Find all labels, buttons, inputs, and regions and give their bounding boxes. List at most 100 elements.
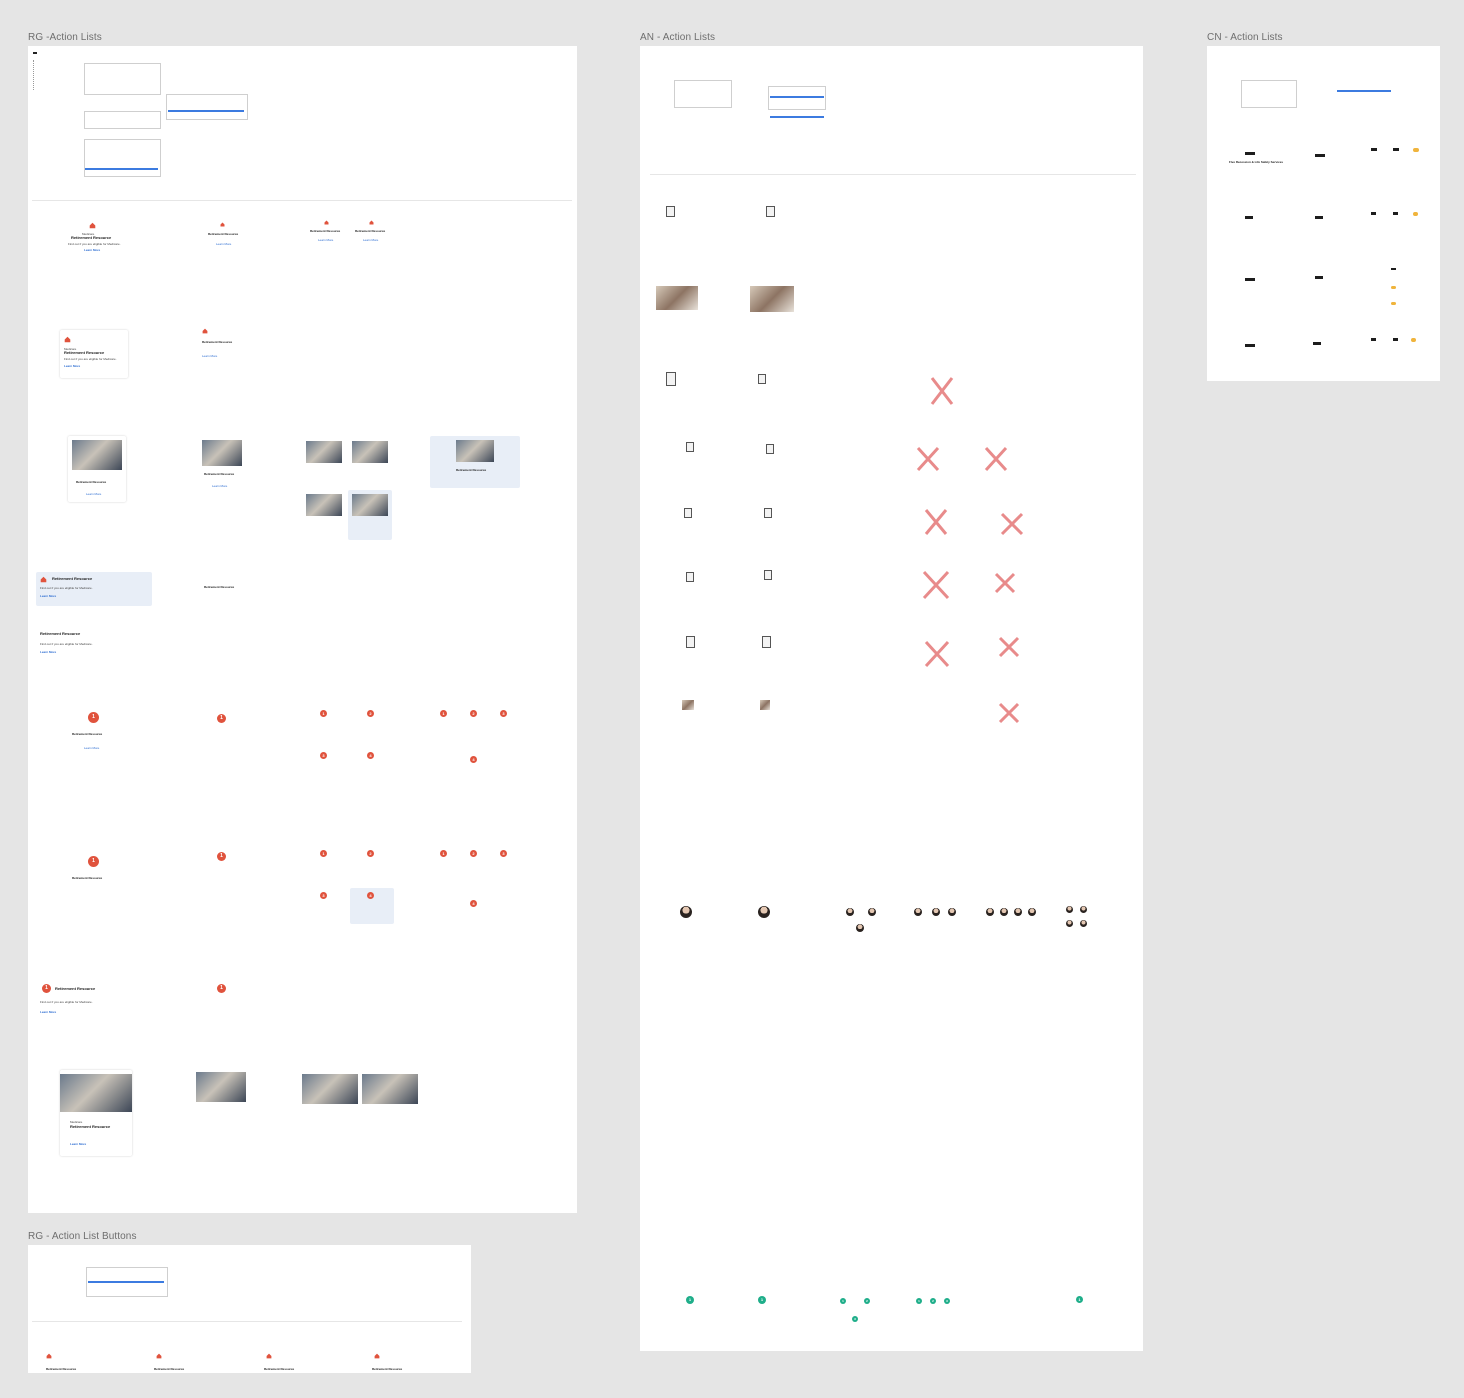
frame-title-cn-action-lists[interactable]: CN - Action Lists (1207, 32, 1283, 43)
avatar (1080, 906, 1087, 913)
cn-card-title: Five Recession & Life Safety Services (1229, 160, 1284, 164)
avatar (948, 908, 956, 916)
step-badge: 1 (440, 850, 447, 857)
learn-more-link[interactable]: Learn More (363, 238, 378, 242)
frame-cn-action-lists[interactable]: Five Recession & Life Safety Services (1207, 46, 1440, 381)
card-title: Retirement Resource (71, 235, 112, 240)
document-icon (758, 374, 766, 384)
card-photo (362, 1074, 418, 1104)
step-badge: 1 (1076, 1296, 1083, 1303)
photo-action-card-selected[interactable] (348, 490, 392, 540)
frame-rg-action-lists[interactable]: Medicare Retirement Resource Find out if… (28, 46, 577, 1213)
house-icon (266, 1353, 272, 1359)
highlight-chip (1391, 302, 1396, 305)
photo-action-card-compact[interactable]: Retirement Resource Learn More (200, 440, 244, 490)
spec-menu (1241, 80, 1297, 108)
card-title: Retirement Resource (76, 480, 107, 484)
learn-more-link[interactable]: Learn More (84, 746, 99, 750)
spec-menu (674, 80, 732, 108)
spec-menu (768, 86, 826, 110)
action-card-outlined[interactable]: Medicare Retirement Resource Find out if… (60, 330, 128, 378)
action-card-blue[interactable]: Retirement Resource Find out if you are … (36, 572, 152, 606)
avatar (932, 908, 940, 916)
card-title: Retirement Resource (40, 631, 81, 636)
avatar (856, 924, 864, 932)
avatar (1080, 920, 1087, 927)
learn-more-link[interactable]: Learn More (318, 238, 333, 242)
rejected-x-icon (916, 446, 940, 472)
card-photo (456, 440, 494, 462)
learn-more-link[interactable]: Learn More (40, 650, 56, 654)
action-card-grid[interactable]: Retirement Resource Learn More (353, 218, 393, 244)
learn-more-link[interactable]: Learn More (70, 1142, 86, 1146)
step-badge: 1 (320, 710, 327, 717)
document-icon (764, 508, 772, 518)
divider (650, 174, 1136, 175)
step-badge: 1 (88, 856, 99, 867)
spec-menu (84, 139, 161, 177)
step-badge: 2 (930, 1298, 936, 1304)
step-badge: 1 (840, 1298, 846, 1304)
frame-rg-action-list-buttons[interactable]: Retirement Resource Retirement Resource … (28, 1245, 471, 1373)
spec-dropdown (166, 94, 248, 120)
action-card-grid[interactable]: Retirement Resource Learn More (308, 218, 348, 244)
divider (32, 200, 572, 201)
house-icon (89, 222, 96, 229)
menu-selected-option (1337, 90, 1391, 92)
learn-more-link[interactable]: Learn More (84, 248, 100, 252)
numbered-card-selected[interactable]: 4 (350, 888, 394, 924)
card-photo (196, 1072, 246, 1102)
frame-an-action-lists[interactable]: 1 1 1 2 3 1 2 3 1 (640, 46, 1143, 1351)
action-card[interactable]: Medicare Retirement Resource Find out if… (64, 218, 122, 260)
action-card-compact[interactable]: Retirement Resource Learn More (204, 220, 244, 250)
step-badge: 3 (320, 752, 327, 759)
photo-action-card-highlight[interactable]: Retirement Resource (430, 436, 520, 488)
brand-bar (1393, 338, 1398, 341)
card-title: Retirement Resource (72, 732, 103, 736)
action-card-compact[interactable]: Retirement Resource Learn More (200, 326, 240, 360)
brand-bar (1313, 342, 1321, 345)
document-icon (766, 206, 775, 217)
house-icon (64, 336, 71, 343)
house-icon (374, 1353, 380, 1359)
card-title: Retirement Resource (55, 986, 96, 991)
avatar (680, 906, 692, 918)
brand-bar (1315, 154, 1325, 157)
photo-action-card-large[interactable]: Medicare Retirement Resource Learn More (60, 1070, 132, 1156)
rejected-x-icon (994, 572, 1016, 594)
highlight-chip (1391, 286, 1396, 289)
card-title: Retirement Resource (372, 1367, 403, 1371)
learn-more-link[interactable]: Learn More (64, 364, 80, 368)
learn-more-link[interactable]: Learn More (86, 492, 101, 496)
learn-more-link[interactable]: Learn More (40, 594, 56, 598)
card-title: Retirement Resource (52, 576, 93, 581)
spec-list (33, 60, 35, 90)
learn-more-link[interactable]: Learn More (40, 1010, 56, 1014)
card-photo (306, 494, 342, 516)
frame-title-an-action-lists[interactable]: AN - Action Lists (640, 32, 715, 43)
card-title: Retirement Resource (456, 468, 487, 472)
frame-title-rg-action-list-buttons[interactable]: RG - Action List Buttons (28, 1231, 137, 1242)
photo-action-card[interactable]: Retirement Resource Learn More (68, 436, 126, 502)
step-badge: 4 (367, 892, 374, 899)
document-icon (766, 444, 774, 454)
step-badge: 1 (916, 1298, 922, 1304)
document-icon (686, 572, 694, 582)
highlight-chip (1413, 148, 1419, 152)
rejected-x-icon (998, 636, 1020, 658)
document-icon (684, 508, 692, 518)
highlight-chip (1413, 212, 1418, 216)
card-body: Find out if you are eligible for Medicar… (68, 242, 121, 246)
brand-bar (1391, 268, 1396, 270)
card-body: Find out if you are eligible for Medicar… (40, 1000, 93, 1004)
brand-bar (1393, 212, 1398, 215)
step-badge: 1 (440, 710, 447, 717)
frame-title-rg-action-lists[interactable]: RG -Action Lists (28, 32, 102, 43)
learn-more-link[interactable]: Learn More (216, 242, 231, 246)
avatar (1066, 920, 1073, 927)
card-title: Retirement Resource (310, 229, 341, 233)
learn-more-link[interactable]: Learn More (202, 354, 217, 358)
card-title: Retirement Resource (208, 232, 239, 236)
learn-more-link[interactable]: Learn More (212, 484, 227, 488)
card-title: Retirement Resource (202, 340, 233, 344)
